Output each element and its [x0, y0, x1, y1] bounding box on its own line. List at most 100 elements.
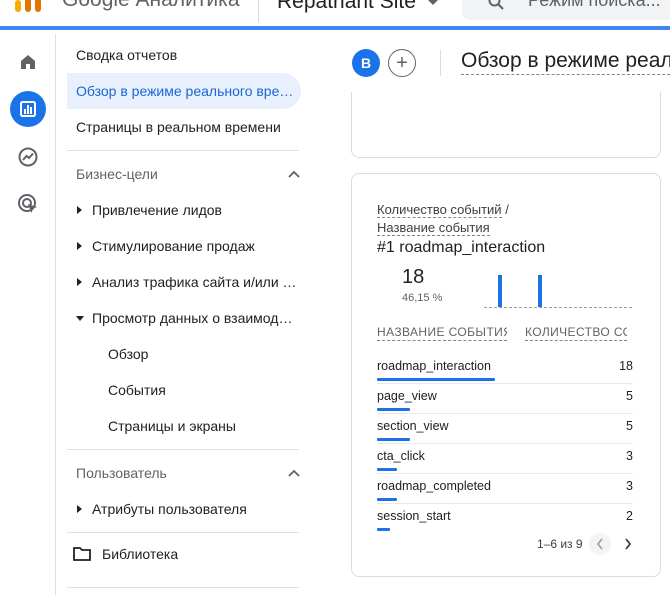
expand-arrow-icon: [77, 278, 82, 286]
nav-overview[interactable]: Обзор: [108, 336, 298, 372]
top-bar: Google Аналитика Repatriant Site Режим п…: [0, 0, 670, 30]
reports-nav: Сводка отчетов Обзор в режиме реального …: [57, 34, 307, 595]
prev-page-button[interactable]: [588, 533, 611, 555]
nav-realtime-overview[interactable]: Обзор в режиме реального времени: [67, 73, 301, 109]
nav-section-user[interactable]: Пользователь: [76, 455, 300, 491]
event-name-cell: page_view: [377, 389, 437, 403]
top-event-heading: #1 roadmap_interaction: [377, 239, 545, 257]
event-share-bar: [377, 378, 495, 381]
nav-drive-sales[interactable]: Стимулирование продаж: [67, 228, 303, 264]
table-row[interactable]: cta_click 3: [377, 443, 633, 473]
folder-icon: [73, 547, 91, 561]
column-header-event[interactable]: Название события: [377, 324, 507, 341]
home-icon: [21, 55, 35, 69]
dimension-label[interactable]: Название события: [377, 220, 490, 236]
event-share-bar: [377, 528, 390, 531]
expand-arrow-icon: [77, 242, 82, 250]
nav-events[interactable]: События: [108, 372, 298, 408]
nav-item-label: Обзор: [108, 346, 149, 362]
nav-item-label: Сводка отчетов: [76, 47, 178, 63]
nav-traffic-analysis[interactable]: Анализ трафика сайта и/или приложения: [67, 264, 303, 300]
nav-item-label: Страницы в реальном времени: [76, 119, 281, 135]
table-row[interactable]: roadmap_completed 3: [377, 473, 633, 503]
nav-divider: [67, 150, 299, 151]
event-count-cell: 5: [626, 419, 633, 433]
top-event-percent: 46,15 %: [402, 292, 443, 304]
event-count-card: Количество событий / Название события #1…: [351, 173, 661, 577]
sparkline-bar: [498, 275, 502, 307]
metric-separator: /: [501, 202, 509, 217]
event-count-cell: 2: [626, 509, 633, 523]
table-row[interactable]: roadmap_interaction 18: [377, 353, 633, 383]
top-event-rank: #1: [377, 239, 395, 256]
main-content: B + Обзор в режиме реального времени Кол…: [307, 34, 670, 595]
event-share-bar: [377, 408, 410, 411]
nav-engagement[interactable]: Просмотр данных о взаимодействии: [67, 300, 303, 336]
property-selector[interactable]: Repatriant Site: [277, 0, 416, 14]
event-count-cell: 5: [626, 389, 633, 403]
chevron-right-icon: [624, 538, 631, 550]
nav-section-business[interactable]: Бизнес-цели: [76, 156, 300, 192]
event-share-bar: [377, 468, 397, 471]
nav-lead-generation[interactable]: Привлечение лидов: [67, 192, 303, 228]
nav-section-label: Бизнес-цели: [76, 166, 158, 182]
chevron-left-icon: [596, 538, 603, 550]
sparkline-bar: [538, 275, 542, 307]
table-pager: 1–6 из 9: [537, 533, 639, 555]
column-header-count[interactable]: Количество событий: [525, 324, 627, 341]
chevron-up-icon[interactable]: [288, 469, 300, 477]
event-name-cell: session_start: [377, 509, 451, 523]
analytics-logo-icon[interactable]: [14, 0, 42, 12]
metric-label[interactable]: Количество событий: [377, 202, 502, 218]
nav-reports-snapshot[interactable]: Сводка отчетов: [76, 37, 300, 73]
nav-divider: [67, 449, 299, 450]
left-rail: [0, 34, 56, 595]
rail-advertising-button[interactable]: [10, 186, 46, 222]
add-comparison-button[interactable]: +: [388, 49, 416, 77]
nav-item-label: Просмотр данных о взаимодействии: [92, 310, 294, 326]
top-event-name: roadmap_interaction: [399, 239, 546, 256]
table-row[interactable]: session_start 2: [377, 503, 633, 533]
header-divider: [440, 50, 441, 76]
page-title: Обзор в режиме реального времени: [461, 48, 670, 75]
event-count-cell: 3: [626, 449, 633, 463]
nav-realtime-pages[interactable]: Страницы в реальном времени: [76, 109, 300, 145]
nav-user-attributes[interactable]: Атрибуты пользователя: [67, 491, 303, 527]
nav-item-label: Стимулирование продаж: [92, 238, 255, 254]
nav-library[interactable]: Библиотека: [73, 536, 297, 572]
event-name-cell: cta_click: [377, 449, 425, 463]
loading-progress-bar: [0, 26, 670, 30]
chevron-up-icon[interactable]: [288, 170, 300, 178]
nav-divider: [67, 587, 299, 588]
rail-reports-button[interactable]: [10, 91, 46, 127]
top-event-value: 18: [402, 266, 425, 288]
nav-item-label: Обзор в режиме реального времени: [76, 83, 301, 99]
table-row[interactable]: page_view 5: [377, 383, 633, 413]
table-row[interactable]: section_view 5: [377, 413, 633, 443]
nav-item-label: Привлечение лидов: [92, 202, 222, 218]
card-above: [351, 92, 661, 158]
nav-item-label: Страницы и экраны: [108, 418, 236, 434]
nav-item-label: Атрибуты пользователя: [92, 501, 247, 517]
reports-icon: [20, 101, 36, 117]
nav-pages-screens[interactable]: Страницы и экраны: [108, 408, 298, 444]
card-metric-title: Количество событий / Название события: [377, 201, 509, 237]
event-count-cell: 18: [619, 359, 633, 373]
minute-sparkline: [484, 270, 632, 308]
nav-item-label: Анализ трафика сайта и/или приложения: [92, 274, 300, 290]
rail-home-button[interactable]: [10, 44, 46, 80]
advertising-icon: [18, 194, 37, 213]
chevron-down-icon[interactable]: [428, 0, 438, 5]
rail-explore-button[interactable]: [10, 139, 46, 175]
nav-item-label: Библиотека: [102, 546, 179, 562]
search-icon[interactable]: [488, 0, 504, 10]
table-header: Название события Количество событий: [377, 324, 633, 344]
nav-section-label: Пользователь: [76, 465, 167, 481]
event-share-bar: [377, 438, 410, 441]
comparison-chip-avatar[interactable]: B: [352, 49, 380, 77]
event-share-bar: [377, 498, 397, 501]
next-page-button[interactable]: [617, 533, 639, 555]
event-name-cell: roadmap_completed: [377, 479, 491, 493]
expand-arrow-icon: [77, 505, 82, 513]
search-placeholder: Режим поиска...: [528, 0, 661, 10]
